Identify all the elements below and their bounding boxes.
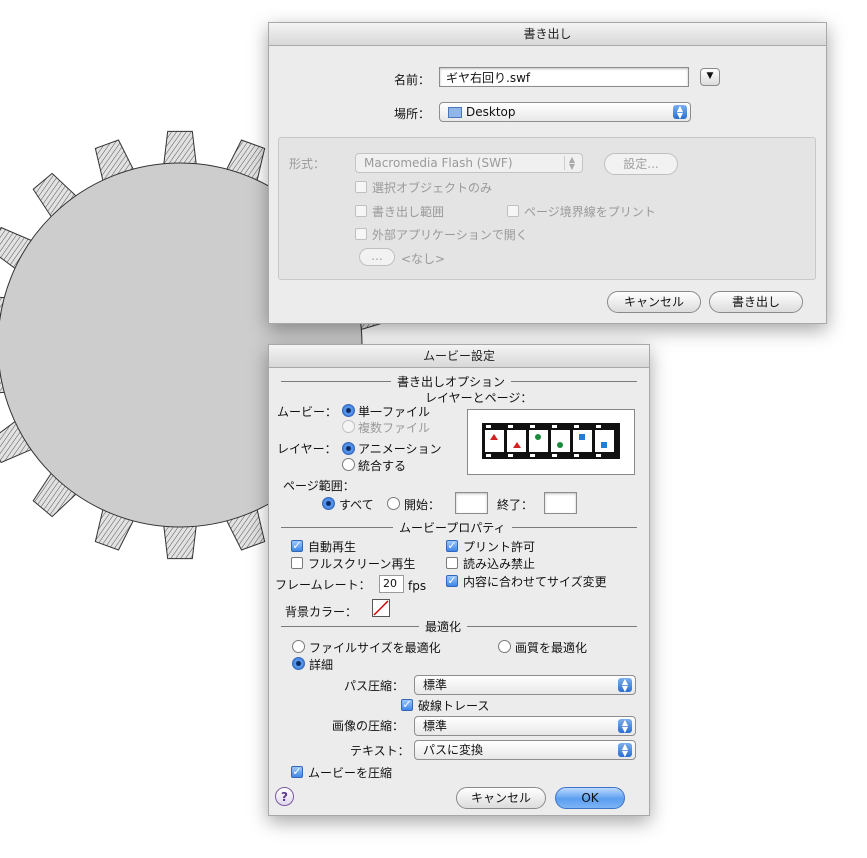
page-start-field[interactable] bbox=[455, 492, 488, 514]
layer-merge-radio[interactable] bbox=[342, 458, 355, 471]
movie-single-file-radio[interactable] bbox=[342, 404, 355, 417]
page-range-label: ページ範囲： bbox=[283, 479, 355, 493]
popup-arrows-icon: ▲ ▼ bbox=[618, 743, 632, 758]
selected-only-label: 選択オブジェクトのみ bbox=[372, 181, 493, 195]
open-external-label: 外部アプリケーションで開く bbox=[372, 228, 528, 242]
optimize-quality-label: 画質を最適化 bbox=[515, 641, 588, 655]
text-label: テキスト： bbox=[350, 744, 410, 758]
filmstrip-icon bbox=[482, 423, 620, 459]
path-compression-popup[interactable]: 標準 ▲ ▼ bbox=[414, 675, 636, 695]
popup-arrows-icon: ▲ ▼ bbox=[673, 105, 687, 120]
optimize-file-size-radio[interactable] bbox=[292, 640, 305, 653]
export-range-label: 書き出し範囲 bbox=[372, 205, 445, 219]
path-compression-value: 標準 bbox=[423, 678, 448, 692]
image-compression-popup[interactable]: 標準 ▲ ▼ bbox=[414, 716, 636, 736]
section-optimize: 最適化 bbox=[419, 618, 468, 635]
image-compression-label: 画像の圧縮： bbox=[332, 719, 405, 733]
trace-dotted-checkbox[interactable]: ✓ bbox=[401, 699, 413, 711]
autoplay-checkbox[interactable]: ✓ bbox=[291, 540, 303, 552]
fullscreen-label: フルスクリーン再生 bbox=[308, 557, 416, 571]
layer-label: レイヤー： bbox=[277, 442, 337, 456]
export-dialog-title: 書き出し bbox=[269, 23, 826, 46]
movie-cancel-button[interactable]: キャンセル bbox=[456, 787, 546, 809]
layers-pages-label: レイヤーとページ： bbox=[425, 391, 533, 405]
popup-arrows-icon: ▲ ▼ bbox=[618, 678, 632, 693]
movie-label: ムービー： bbox=[277, 405, 338, 419]
page-end-field[interactable] bbox=[544, 492, 577, 514]
page-start-radio[interactable] bbox=[387, 497, 400, 510]
autoplay-label: 自動再生 bbox=[308, 540, 357, 554]
layer-animation-radio[interactable] bbox=[342, 442, 355, 455]
frame-rate-unit: fps bbox=[408, 579, 427, 593]
optimize-file-size-label: ファイルサイズを最適化 bbox=[309, 641, 441, 655]
fullscreen-checkbox[interactable] bbox=[291, 557, 303, 569]
compress-movie-checkbox[interactable]: ✓ bbox=[291, 766, 303, 778]
text-popup[interactable]: パスに変換 ▲ ▼ bbox=[414, 740, 636, 760]
popup-arrows-icon: ▲ ▼ bbox=[564, 156, 579, 171]
compress-movie-label: ムービーを圧縮 bbox=[308, 766, 393, 780]
open-external-checkbox[interactable] bbox=[355, 228, 367, 240]
frame-rate-label: フレームレート： bbox=[275, 578, 371, 592]
app-none-label: <なし> bbox=[401, 252, 446, 266]
expand-browser-button[interactable]: ▼ bbox=[700, 68, 720, 86]
allow-print-label: プリント許可 bbox=[463, 540, 536, 554]
trace-dotted-label: 破線トレース bbox=[418, 699, 490, 713]
export-button[interactable]: 書き出し bbox=[709, 291, 803, 313]
page-all-radio[interactable] bbox=[322, 497, 335, 510]
popup-arrows-icon: ▲ ▼ bbox=[618, 719, 632, 734]
protect-import-label: 読み込み禁止 bbox=[463, 557, 536, 571]
image-compression-value: 標準 bbox=[423, 719, 448, 733]
help-button[interactable]: ? bbox=[275, 787, 294, 806]
export-cancel-button[interactable]: キャンセル bbox=[607, 291, 701, 313]
file-name-field[interactable]: ギヤ右回り.swf bbox=[439, 67, 689, 87]
print-page-border-checkbox[interactable] bbox=[507, 205, 519, 217]
movie-dialog-title: ムービー設定 bbox=[269, 345, 649, 368]
print-page-border-label: ページ境界線をプリント bbox=[524, 205, 656, 219]
page-start-label: 開始： bbox=[404, 498, 441, 512]
location-value: Desktop bbox=[466, 105, 516, 119]
layers-pages-preview bbox=[467, 409, 635, 475]
name-label: 名前： bbox=[394, 73, 431, 87]
location-popup[interactable]: Desktop ▲ ▼ bbox=[439, 102, 691, 122]
optimize-quality-radio[interactable] bbox=[498, 640, 511, 653]
optimize-detailed-radio[interactable] bbox=[292, 657, 305, 670]
bg-color-label: 背景カラー： bbox=[285, 605, 358, 619]
export-range-checkbox[interactable] bbox=[355, 205, 367, 217]
location-label: 場所： bbox=[394, 107, 431, 121]
movie-single-file-label: 単一ファイル bbox=[358, 405, 431, 419]
export-dialog: 書き出し 名前： ギヤ右回り.swf ▼ 場所： Desktop ▲ ▼ 形式： … bbox=[268, 22, 827, 324]
format-popup[interactable]: Macromedia Flash (SWF) ▲ ▼ bbox=[355, 153, 583, 173]
optimize-detailed-label: 詳細 bbox=[309, 658, 334, 672]
resize-to-content-checkbox[interactable]: ✓ bbox=[446, 575, 458, 587]
resize-to-content-label: 内容に合わせてサイズ変更 bbox=[463, 575, 607, 589]
section-movie-properties: ムービープロパティ bbox=[393, 519, 512, 536]
protect-import-checkbox[interactable] bbox=[446, 557, 458, 569]
selected-only-checkbox[interactable] bbox=[355, 181, 367, 193]
no-color-icon bbox=[373, 600, 389, 616]
text-value: パスに変換 bbox=[423, 743, 484, 757]
page-all-label: すべて bbox=[339, 498, 374, 512]
bg-color-swatch[interactable] bbox=[372, 599, 390, 617]
movie-multiple-files-label: 複数ファイル bbox=[358, 421, 431, 435]
path-compression-label: パス圧縮： bbox=[344, 679, 405, 693]
format-value: Macromedia Flash (SWF) bbox=[364, 156, 513, 170]
page-end-label: 終了： bbox=[497, 498, 534, 512]
layer-merge-label: 統合する bbox=[358, 459, 407, 473]
movie-settings-dialog: ムービー設定 書き出しオプション レイヤーとページ： ムービー： 単一ファイル … bbox=[268, 344, 650, 816]
movie-multiple-files-radio[interactable] bbox=[342, 420, 355, 433]
format-settings-button[interactable]: 設定... bbox=[604, 153, 678, 175]
allow-print-checkbox[interactable]: ✓ bbox=[446, 540, 458, 552]
choose-app-button[interactable]: ... bbox=[359, 248, 395, 266]
layer-animation-label: アニメーション bbox=[358, 442, 442, 456]
section-export-options: 書き出しオプション bbox=[391, 373, 512, 390]
frame-rate-field[interactable]: 20 bbox=[379, 575, 404, 593]
ok-button[interactable]: OK bbox=[555, 787, 625, 809]
format-label: 形式： bbox=[289, 157, 326, 171]
folder-icon bbox=[448, 107, 462, 118]
